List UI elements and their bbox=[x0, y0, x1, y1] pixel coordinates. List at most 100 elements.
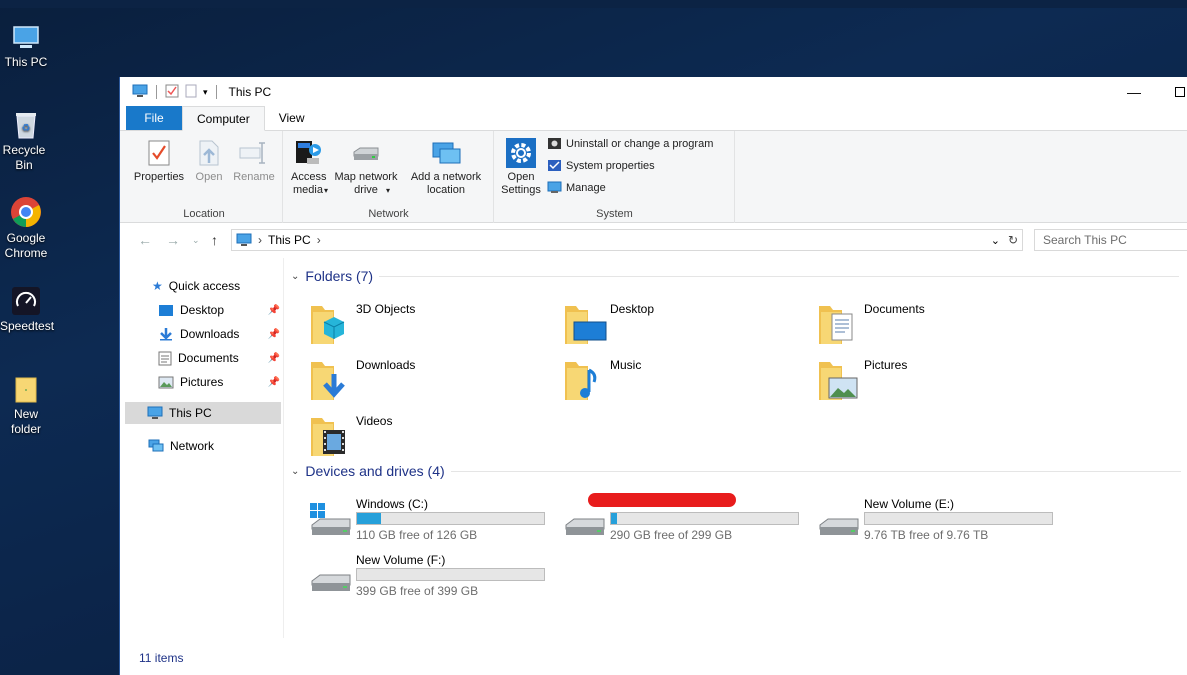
new-folder-quick-icon[interactable] bbox=[185, 84, 197, 101]
nav-item-pictures[interactable]: Pictures 📌 bbox=[158, 371, 282, 393]
folder-downloads[interactable]: Downloads bbox=[310, 358, 560, 410]
manage-button[interactable]: Manage bbox=[547, 181, 606, 194]
access-media-button[interactable]: Access media ▾ bbox=[288, 135, 328, 197]
forward-arrow-icon[interactable]: → bbox=[166, 232, 180, 248]
network-drive-icon bbox=[330, 135, 402, 171]
download-arrow-icon bbox=[160, 328, 172, 341]
add-network-location-button[interactable]: Add a network location bbox=[404, 135, 488, 197]
drive-usage-bar bbox=[864, 512, 1053, 525]
properties-button[interactable]: Properties bbox=[130, 135, 188, 184]
folder-icon bbox=[0, 368, 52, 404]
recent-locations-chevron-icon[interactable]: ⌄ bbox=[192, 235, 200, 246]
group-label-network: Network bbox=[368, 208, 409, 220]
chevron-down-icon: ▾ bbox=[385, 186, 390, 195]
folders-section-header[interactable]: ⌄ Folders (7) bbox=[291, 268, 1180, 284]
pin-icon[interactable]: 📌 bbox=[268, 353, 280, 364]
minimize-button[interactable]: — bbox=[1126, 84, 1142, 100]
access-media-label: Access media bbox=[291, 171, 327, 196]
open-button[interactable]: Open bbox=[190, 135, 228, 184]
pin-icon[interactable]: 📌 bbox=[268, 377, 280, 388]
desktop-icon-label: Google Chrome bbox=[4, 231, 48, 260]
nav-item-downloads[interactable]: Downloads 📌 bbox=[158, 323, 282, 345]
folder-desktop[interactable]: Desktop bbox=[564, 302, 814, 354]
folder-videos[interactable]: Videos bbox=[310, 414, 560, 466]
system-properties-button[interactable]: System properties bbox=[547, 159, 655, 172]
folder-documents[interactable]: Documents bbox=[818, 302, 1068, 354]
drive-c[interactable]: Windows (C:) 110 GB free of 126 GB bbox=[310, 497, 570, 549]
up-arrow-icon[interactable]: ↑ bbox=[211, 232, 218, 248]
nav-label: Quick access bbox=[168, 279, 241, 293]
nav-item-network[interactable]: Network bbox=[148, 435, 308, 457]
desktop-icon-label: New folder bbox=[10, 407, 42, 436]
folder-music-icon bbox=[565, 362, 597, 400]
monitor-icon bbox=[147, 406, 163, 419]
open-settings-button[interactable]: Open Settings bbox=[499, 135, 543, 197]
programs-icon bbox=[548, 138, 561, 149]
folder-documents-icon bbox=[819, 306, 853, 344]
group-label-system: System bbox=[596, 208, 633, 220]
properties-quick-icon[interactable] bbox=[165, 84, 179, 101]
nav-item-documents[interactable]: Documents 📌 bbox=[158, 347, 282, 369]
tab-view[interactable]: View bbox=[265, 106, 319, 130]
drive-free-space: 399 GB free of 399 GB bbox=[356, 584, 479, 598]
folder-pictures[interactable]: Pictures bbox=[818, 358, 1068, 410]
drive-free-space: 290 GB free of 299 GB bbox=[610, 528, 733, 542]
tab-computer[interactable]: Computer bbox=[182, 106, 265, 131]
address-bar[interactable]: › This PC › ⌄ ↻ bbox=[231, 229, 1023, 251]
drive-free-space: 110 GB free of 126 GB bbox=[356, 528, 478, 542]
network-location-icon bbox=[404, 135, 488, 171]
divider bbox=[379, 275, 1180, 277]
chrome-icon bbox=[0, 192, 52, 228]
ribbon-tabs: File Computer View bbox=[120, 106, 1187, 131]
maximize-button[interactable] bbox=[1172, 84, 1187, 100]
desktop-icon-new-folder[interactable]: New folder bbox=[0, 368, 52, 437]
drive-usage-fill bbox=[357, 513, 382, 524]
chevron-down-icon: ⌄ bbox=[291, 465, 300, 477]
map-network-drive-button[interactable]: Map network drive ▾ bbox=[330, 135, 402, 197]
folder-downloads-icon bbox=[311, 362, 345, 400]
uninstall-label: Uninstall or change a program bbox=[566, 137, 714, 150]
rename-button[interactable]: Rename bbox=[230, 135, 278, 184]
redaction-mark bbox=[588, 493, 736, 507]
search-input[interactable]: Search This PC bbox=[1034, 229, 1187, 251]
properties-label: Properties bbox=[133, 171, 185, 183]
drive-f[interactable]: New Volume (F:) 399 GB free of 399 GB bbox=[310, 553, 570, 605]
uninstall-program-button[interactable]: Uninstall or change a program bbox=[547, 137, 713, 150]
devices-section-header[interactable]: ⌄ Devices and drives (4) bbox=[291, 463, 1181, 479]
recycle-bin-icon: ♻ bbox=[0, 104, 52, 140]
back-arrow-icon[interactable]: ← bbox=[138, 232, 152, 248]
nav-item-this-pc[interactable]: This PC bbox=[125, 402, 281, 424]
drive-usage-bar bbox=[356, 512, 545, 525]
tab-file[interactable]: File bbox=[126, 106, 182, 130]
desktop-icon-this-pc[interactable]: This PC bbox=[0, 16, 52, 70]
address-row: ← → ⌄ ↑ › This PC › ⌄ ↻ Search This PC bbox=[120, 223, 1187, 257]
drive-redacted[interactable]: 290 GB free of 299 GB bbox=[564, 493, 824, 549]
rename-icon bbox=[230, 135, 278, 171]
desktop-icon-chrome[interactable]: Google Chrome bbox=[0, 192, 52, 261]
breadcrumb-separator-icon[interactable]: › bbox=[317, 233, 321, 247]
breadcrumb-separator-icon: › bbox=[258, 233, 262, 247]
refresh-icon[interactable]: ↻ bbox=[1008, 233, 1018, 247]
pin-icon[interactable]: 📌 bbox=[268, 305, 280, 316]
nav-label: Network bbox=[170, 439, 215, 453]
windows-drive-icon bbox=[310, 503, 351, 535]
document-icon bbox=[158, 351, 172, 365]
network-icon bbox=[148, 439, 164, 452]
open-settings-label: Open Settings bbox=[501, 171, 541, 196]
folder-music[interactable]: Music bbox=[564, 358, 814, 410]
breadcrumb-this-pc[interactable]: This PC bbox=[268, 233, 311, 247]
folder-label: Desktop bbox=[610, 302, 655, 316]
monitor-icon bbox=[0, 16, 52, 52]
gear-icon bbox=[499, 135, 543, 171]
nav-item-desktop[interactable]: Desktop 📌 bbox=[158, 299, 282, 321]
chevron-down-icon: ⌄ bbox=[291, 270, 300, 282]
pin-icon[interactable]: 📌 bbox=[268, 329, 280, 340]
drive-e[interactable]: New Volume (E:) 9.76 TB free of 9.76 TB bbox=[818, 497, 1078, 549]
desktop-icon-recycle-bin[interactable]: ♻ Recycle Bin bbox=[0, 104, 52, 173]
ribbon-group-location: Properties Open Rename Location bbox=[126, 131, 283, 223]
address-dropdown-chevron-icon[interactable]: ⌄ bbox=[991, 234, 1000, 247]
desktop-icon-speedtest[interactable]: Speedtest bbox=[0, 280, 54, 334]
chevron-down-icon[interactable]: ▾ bbox=[203, 87, 208, 98]
desktop-top-bar bbox=[0, 0, 1187, 8]
folder-3d-objects[interactable]: 3D Objects bbox=[310, 302, 560, 354]
